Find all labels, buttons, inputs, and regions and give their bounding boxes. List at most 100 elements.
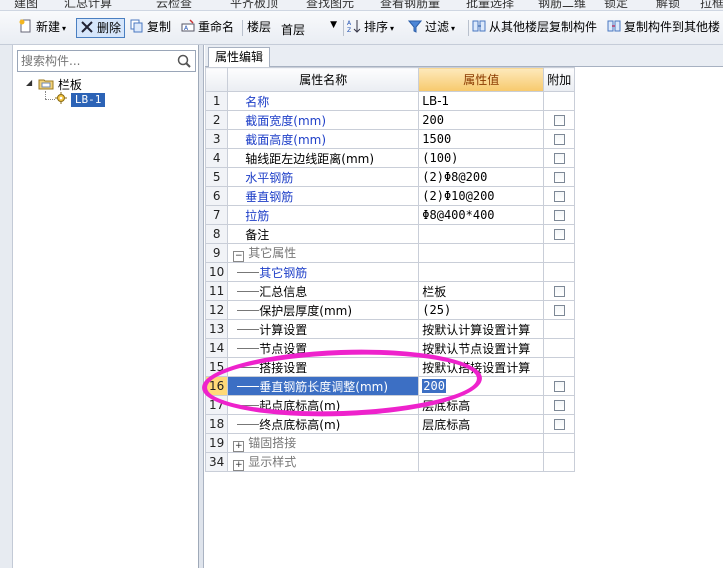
top-item-0[interactable]: 建图 <box>14 0 38 10</box>
property-value-cell[interactable] <box>418 243 545 263</box>
property-name-cell[interactable]: 终点底标高(m) <box>227 414 420 434</box>
property-row[interactable]: 9− 其它属性 <box>204 243 576 263</box>
property-value-cell[interactable]: 200 <box>418 110 545 130</box>
top-item-4[interactable]: 查找图元 <box>306 0 354 10</box>
property-value-cell[interactable]: LB-1 <box>418 91 545 111</box>
property-name-cell[interactable]: 搭接设置 <box>227 357 420 377</box>
property-row[interactable]: 16 垂直钢筋长度调整(mm) 200 <box>204 376 576 396</box>
sort-button[interactable]: A Z 排序 ▾ <box>347 18 394 38</box>
property-value-cell[interactable]: 按默认节点设置计算 <box>418 338 545 358</box>
property-value-cell[interactable] <box>418 224 545 244</box>
extra-checkbox[interactable] <box>553 210 565 221</box>
property-row[interactable]: 12 保护层厚度(mm) (25) <box>204 300 576 320</box>
property-row[interactable]: 11 汇总信息 栏板 <box>204 281 576 301</box>
top-item-2[interactable]: 云检查 <box>156 0 192 10</box>
copy-to-floor-button[interactable]: 复制构件到其他楼 <box>607 18 720 38</box>
tab-property-edit[interactable]: 属性编辑 <box>208 47 271 67</box>
property-name-cell[interactable]: 保护层厚度(mm) <box>227 300 420 320</box>
property-row[interactable]: 13 计算设置 按默认计算设置计算 <box>204 319 576 339</box>
property-value-cell[interactable]: 按默认搭接设置计算 <box>418 357 545 377</box>
extra-checkbox[interactable] <box>553 400 565 411</box>
extra-checkbox[interactable] <box>553 419 565 430</box>
new-button[interactable]: 新建 ▾ <box>19 18 66 38</box>
top-item-8[interactable]: 锁定 <box>604 0 628 10</box>
extra-checkbox[interactable] <box>553 191 565 202</box>
property-name-cell[interactable]: + 显示样式 <box>227 452 420 472</box>
property-value-cell[interactable] <box>418 452 545 472</box>
property-row[interactable]: 7 拉筋 Φ8@400*400 <box>204 205 576 225</box>
property-row[interactable]: 14 节点设置 按默认节点设置计算 <box>204 338 576 358</box>
grid-header-value[interactable]: 属性值 <box>418 67 545 92</box>
property-row[interactable]: 5 水平钢筋 (2)Φ8@200 <box>204 167 576 187</box>
property-name-cell[interactable]: 垂直钢筋长度调整(mm) <box>227 376 420 396</box>
property-value-cell[interactable]: 层底标高 <box>418 414 545 434</box>
property-name-cell[interactable]: 起点底标高(m) <box>227 395 420 415</box>
extra-checkbox[interactable] <box>553 305 565 316</box>
copy-button[interactable]: 复制 <box>130 18 171 38</box>
extra-checkbox[interactable] <box>553 172 565 183</box>
grid-header-name[interactable]: 属性名称 <box>227 67 420 92</box>
property-name-cell[interactable]: 计算设置 <box>227 319 420 339</box>
property-row[interactable]: 1 名称 LB-1 <box>204 91 576 111</box>
property-name-cell[interactable]: 拉筋 <box>227 205 420 225</box>
property-row[interactable]: 34 + 显示样式 <box>204 452 576 472</box>
tree-node-root[interactable]: 栏板 <box>38 76 82 92</box>
property-value-cell[interactable]: 1500 <box>418 129 545 149</box>
property-value-cell[interactable]: (2)Φ10@200 <box>418 186 545 206</box>
delete-button[interactable]: 删除 <box>76 18 126 38</box>
panel-splitter[interactable] <box>199 45 204 568</box>
property-name-cell[interactable]: − 其它属性 <box>227 243 420 263</box>
property-row[interactable]: 3 截面高度(mm) 1500 <box>204 129 576 149</box>
property-row[interactable]: 17 起点底标高(m) 层底标高 <box>204 395 576 415</box>
extra-checkbox[interactable] <box>553 153 565 164</box>
extra-checkbox[interactable] <box>553 381 565 392</box>
expand-icon[interactable]: + <box>233 441 245 452</box>
top-item-7[interactable]: 钢筋二维 <box>538 0 586 10</box>
property-value-cell[interactable]: (25) <box>418 300 545 320</box>
rename-button[interactable]: A 重命名 <box>181 18 234 38</box>
property-name-cell[interactable]: 汇总信息 <box>227 281 420 301</box>
top-item-3[interactable]: 平齐板顶 <box>230 0 278 10</box>
copy-from-floor-button[interactable]: 从其他楼层复制构件 <box>472 18 597 38</box>
property-value-cell[interactable] <box>418 433 545 453</box>
property-row[interactable]: 4 轴线距左边线距离(mm) (100) <box>204 148 576 168</box>
property-value-cell[interactable]: (100) <box>418 148 545 168</box>
property-value-cell[interactable]: 按默认计算设置计算 <box>418 319 545 339</box>
property-row[interactable]: 8 备注 <box>204 224 576 244</box>
extra-checkbox[interactable] <box>553 229 565 240</box>
property-row[interactable]: 15 搭接设置 按默认搭接设置计算 <box>204 357 576 377</box>
property-name-cell[interactable]: 节点设置 <box>227 338 420 358</box>
property-value-cell[interactable]: Φ8@400*400 <box>418 205 545 225</box>
property-name-cell[interactable]: 水平钢筋 <box>227 167 420 187</box>
filter-button[interactable]: 过滤 ▾ <box>408 18 455 38</box>
property-name-cell[interactable]: + 锚固搭接 <box>227 433 420 453</box>
search-icon[interactable] <box>176 53 192 69</box>
property-row[interactable]: 6 垂直钢筋 (2)Φ10@200 <box>204 186 576 206</box>
collapse-icon[interactable]: − <box>233 251 245 262</box>
top-item-9[interactable]: 解锁 <box>656 0 680 10</box>
property-value-cell[interactable]: 层底标高 <box>418 395 545 415</box>
property-value-cell[interactable]: (2)Φ8@200 <box>418 167 545 187</box>
property-value-cell[interactable]: 200 <box>418 376 545 396</box>
expand-icon[interactable]: + <box>233 460 245 471</box>
property-value-cell[interactable]: 栏板 <box>418 281 545 301</box>
property-name-cell[interactable]: 垂直钢筋 <box>227 186 420 206</box>
top-item-6[interactable]: 批量选择 <box>466 0 514 10</box>
grid-header-extra[interactable]: 附加 <box>543 67 576 92</box>
property-name-cell[interactable]: 备注 <box>227 224 420 244</box>
property-row[interactable]: 2 截面宽度(mm) 200 <box>204 110 576 130</box>
property-name-cell[interactable]: 其它钢筋 <box>227 262 420 282</box>
top-item-1[interactable]: 汇总计算 <box>64 0 112 10</box>
property-name-cell[interactable]: 截面宽度(mm) <box>227 110 420 130</box>
extra-checkbox[interactable] <box>553 134 565 145</box>
top-item-10[interactable]: 拉框 <box>700 0 723 10</box>
tree-collapse-icon[interactable]: ◢ <box>26 78 35 87</box>
property-value-cell[interactable] <box>418 262 545 282</box>
extra-checkbox[interactable] <box>553 115 565 126</box>
top-item-5[interactable]: 查看钢筋量 <box>380 0 440 10</box>
property-name-cell[interactable]: 名称 <box>227 91 420 111</box>
property-row[interactable]: 19 + 锚固搭接 <box>204 433 576 453</box>
property-name-cell[interactable]: 轴线距左边线距离(mm) <box>227 148 420 168</box>
extra-checkbox[interactable] <box>553 286 565 297</box>
property-row[interactable]: 10 其它钢筋 <box>204 262 576 282</box>
